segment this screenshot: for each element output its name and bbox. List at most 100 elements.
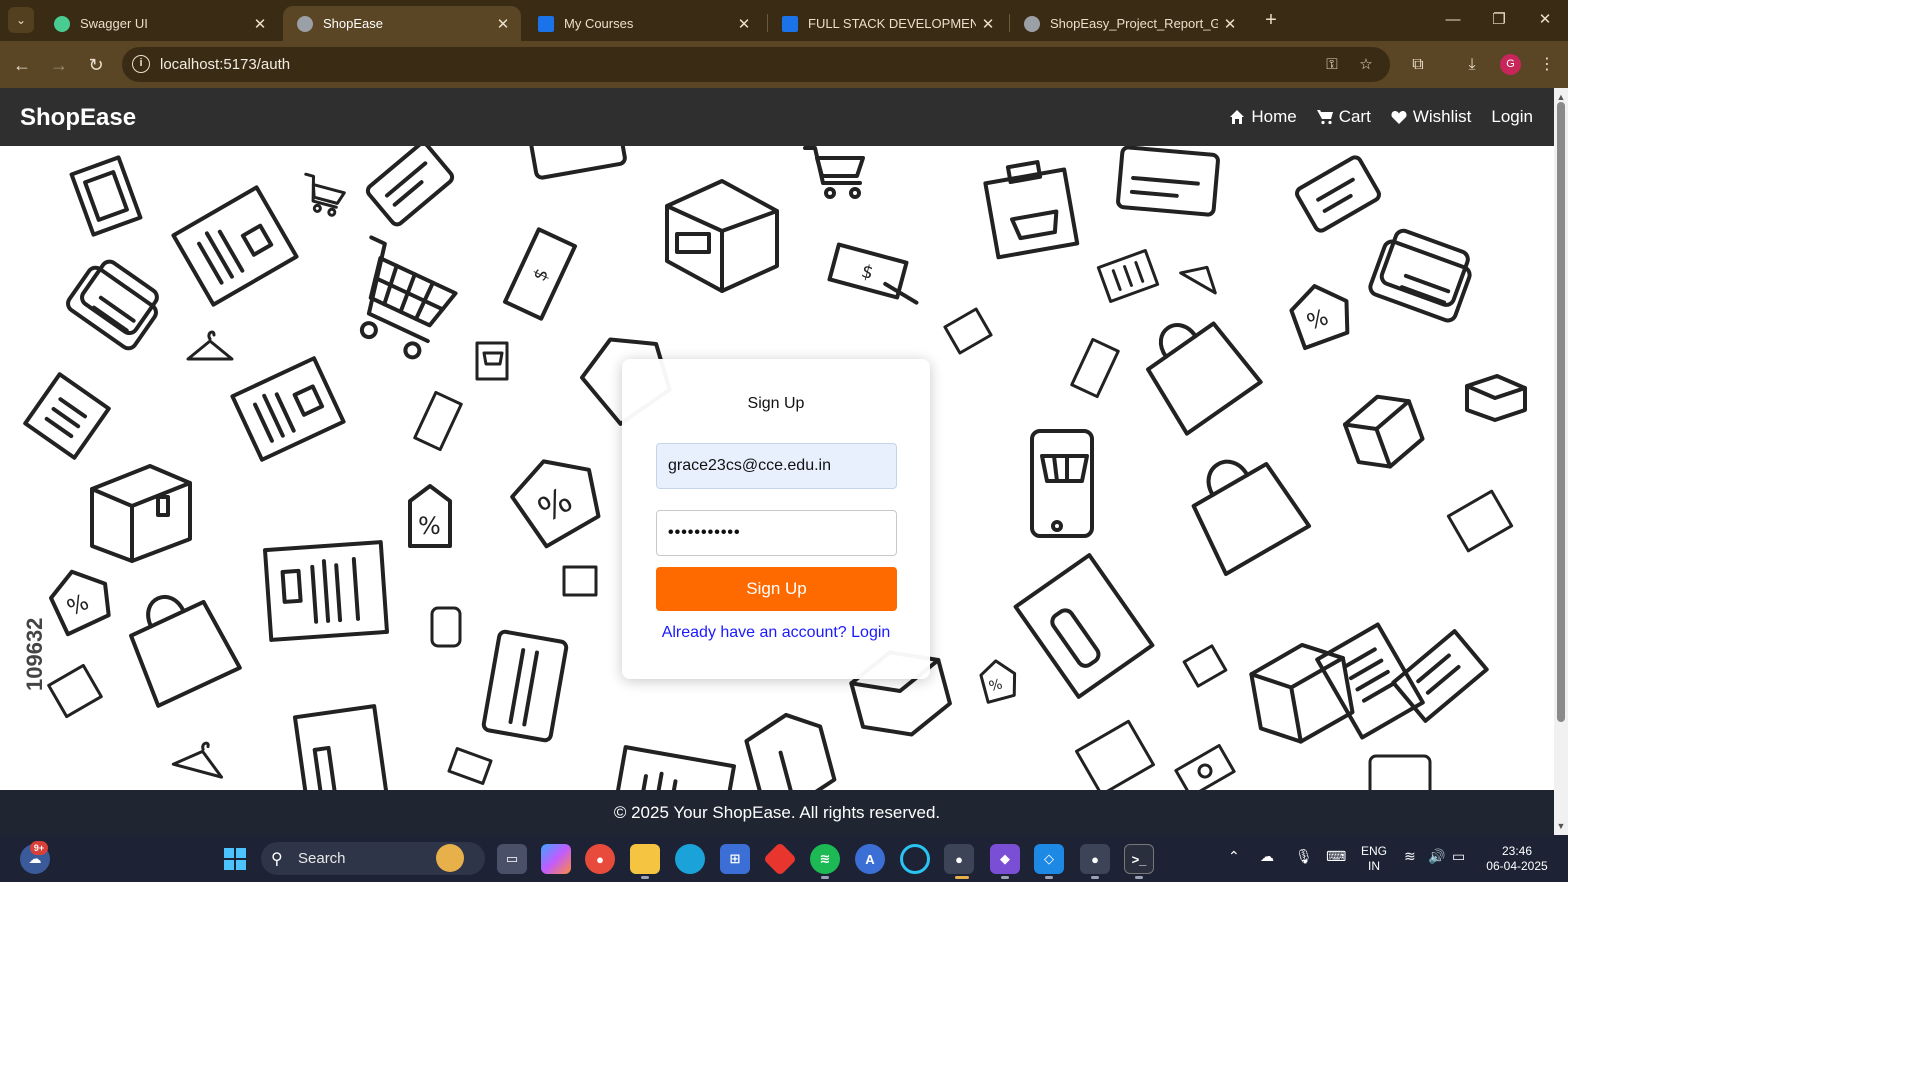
windows-logo-icon — [224, 848, 246, 870]
microphone-icon[interactable]: 🎙 — [1295, 848, 1313, 865]
running-indicator — [821, 876, 829, 879]
chrome-icon[interactable]: ● — [585, 844, 615, 874]
tab-search-chevron-icon[interactable]: ⌄ — [8, 7, 34, 33]
nav-cart-label: Cart — [1338, 107, 1371, 126]
language-line2: IN — [1368, 859, 1380, 873]
nav-cart[interactable]: Cart — [1316, 107, 1371, 127]
language-indicator[interactable]: ENG IN — [1358, 844, 1390, 874]
keyboard-layout-icon[interactable]: ⌨ — [1326, 848, 1346, 865]
clock-time: 23:46 — [1501, 844, 1533, 858]
extensions-puzzle-icon[interactable]: ⧉ — [1404, 51, 1432, 79]
new-tab-plus-icon[interactable]: + — [1259, 8, 1283, 32]
download-icon[interactable]: ⤓ — [1458, 51, 1486, 79]
nav-home[interactable]: Home — [1229, 107, 1297, 127]
alexa-icon[interactable] — [900, 844, 930, 874]
file-explorer-icon[interactable] — [630, 844, 660, 874]
scrollbar-thumb[interactable] — [1557, 102, 1565, 722]
reload-icon[interactable]: ↻ — [82, 51, 110, 79]
password-field[interactable]: ••••••••••• — [656, 510, 897, 556]
clock-date: 06-04-2025 — [1486, 859, 1548, 873]
svg-text:%: % — [418, 512, 441, 540]
courses-icon — [538, 15, 554, 32]
brand-logo[interactable]: ShopEase — [20, 104, 136, 132]
svg-text:%: % — [987, 676, 1004, 695]
close-icon[interactable]: ✕ — [976, 15, 1000, 33]
address-bar[interactable]: i localhost:5173/auth ⚿ ☆ — [122, 47, 1390, 82]
anydesk-icon[interactable] — [763, 842, 797, 876]
home-icon — [1230, 110, 1245, 124]
close-icon[interactable]: ✕ — [1218, 15, 1242, 33]
tab-title: FULL STACK DEVELOPMENT - C — [808, 16, 976, 31]
microsoft-store-icon[interactable]: ⊞ — [720, 844, 750, 874]
tab-full-stack[interactable]: FULL STACK DEVELOPMENT - C ✕ — [768, 6, 1006, 41]
browser-toolbar: ← → ↻ i localhost:5173/auth ⚿ ☆ ⧉ ⤓ G ⋮ — [0, 41, 1568, 88]
site-footer: © 2025 Your ShopEase. All rights reserve… — [0, 790, 1554, 835]
window-close-icon[interactable]: ✕ — [1522, 6, 1568, 34]
forward-arrow-icon[interactable]: → — [45, 51, 73, 79]
volume-icon[interactable]: 🔊 — [1428, 848, 1445, 865]
email-field[interactable]: grace23cs@cce.edu.in — [656, 443, 897, 489]
address-url[interactable]: localhost:5173/auth — [160, 56, 290, 73]
task-view-icon[interactable]: ▭ — [497, 844, 527, 874]
close-icon[interactable]: ✕ — [491, 15, 515, 33]
app-store-icon[interactable]: A — [855, 844, 885, 874]
page-scrollbar[interactable]: ▲ ▼ — [1554, 88, 1568, 835]
back-arrow-icon[interactable]: ← — [8, 51, 36, 79]
tab-swagger-ui[interactable]: Swagger UI ✕ — [40, 6, 278, 41]
browser-tab-bar: ⌄ Swagger UI ✕ ShopEase ✕ My Courses ✕ F… — [0, 0, 1568, 41]
scroll-up-arrow-icon[interactable]: ▲ — [1556, 92, 1566, 102]
nav-home-label: Home — [1251, 107, 1297, 126]
close-icon[interactable]: ✕ — [732, 15, 756, 33]
app-navbar: ShopEase Home Cart Wishlist Login — [0, 88, 1554, 146]
visual-studio-icon[interactable]: ◆ — [990, 844, 1020, 874]
tab-shopease[interactable]: ShopEase ✕ — [283, 6, 521, 41]
password-key-icon[interactable]: ⚿ — [1322, 55, 1342, 75]
copilot-icon[interactable] — [541, 844, 571, 874]
running-indicator — [1091, 876, 1099, 879]
cart-icon — [1316, 110, 1333, 125]
chrome-active-icon[interactable]: ● — [944, 844, 974, 874]
battery-icon[interactable]: ▭ — [1452, 848, 1465, 865]
notification-badge: 9+ — [30, 841, 48, 855]
close-icon[interactable]: ✕ — [248, 15, 272, 33]
nav-wishlist-label: Wishlist — [1412, 107, 1472, 126]
minimize-icon[interactable]: — — [1430, 6, 1476, 34]
nav-wishlist[interactable]: Wishlist — [1391, 107, 1472, 127]
wifi-icon[interactable]: ≋ — [1404, 848, 1416, 865]
bookmark-star-icon[interactable]: ☆ — [1356, 55, 1376, 75]
active-indicator — [955, 876, 969, 879]
tab-my-courses[interactable]: My Courses ✕ — [524, 6, 762, 41]
chrome-profile-icon[interactable]: ● — [1080, 844, 1110, 874]
login-link[interactable]: Already have an account? Login — [622, 624, 930, 642]
clock[interactable]: 23:46 06-04-2025 — [1478, 844, 1556, 874]
browser-menu-icon[interactable]: ⋮ — [1533, 51, 1561, 79]
spotify-icon[interactable]: ≋ — [810, 844, 840, 874]
watermark-id: 109632 — [22, 617, 47, 691]
show-hidden-icons-chevron-icon[interactable]: ⌃ — [1228, 848, 1240, 865]
site-info-icon[interactable]: i — [132, 55, 150, 73]
auth-background: % % % % % $ $ 109632 Sign Up grace23cs@c… — [0, 146, 1554, 790]
running-indicator — [1045, 876, 1053, 879]
vscode-icon[interactable]: ◇ — [1034, 844, 1064, 874]
profile-avatar[interactable]: G — [1500, 54, 1521, 75]
tab-title: ShopEase — [323, 16, 383, 31]
scroll-down-arrow-icon[interactable]: ▼ — [1556, 821, 1566, 831]
restore-icon[interactable]: ❐ — [1476, 6, 1522, 34]
language-line1: ENG — [1360, 844, 1387, 858]
terminal-icon[interactable]: >_ — [1124, 844, 1154, 874]
tab-title: ShopEasy_Project_Report_GRAC — [1050, 16, 1218, 31]
svg-text:$: $ — [859, 261, 875, 284]
globe-icon — [1024, 15, 1040, 32]
svg-text:%: % — [1304, 305, 1332, 336]
taskbar-search[interactable]: ⚲ Search — [261, 842, 485, 875]
onedrive-cloud-icon[interactable]: ☁ — [1260, 848, 1274, 865]
nav-login[interactable]: Login — [1491, 107, 1533, 127]
tab-project-report[interactable]: ShopEasy_Project_Report_GRAC ✕ — [1010, 6, 1248, 41]
edge-icon[interactable] — [675, 844, 705, 874]
start-windows-icon[interactable] — [220, 844, 250, 874]
globe-icon — [297, 15, 313, 32]
svg-text:%: % — [531, 480, 579, 531]
heart-icon — [1391, 111, 1407, 124]
taskbar-search-label: Search — [298, 850, 346, 867]
signup-button[interactable]: Sign Up — [656, 567, 897, 611]
